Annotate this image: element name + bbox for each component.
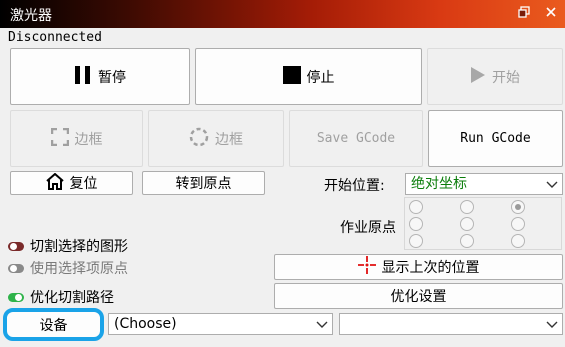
home-button[interactable]: 复位: [10, 171, 133, 195]
optimize-path-toggle[interactable]: 优化切割路径: [8, 287, 114, 307]
toggle-switch-icon: [8, 292, 24, 302]
run-gcode-button[interactable]: Run GCode: [428, 110, 563, 167]
origin-radio-4[interactable]: [460, 217, 474, 231]
start-label: 开始: [492, 69, 520, 86]
run-gcode-label: Run GCode: [460, 131, 531, 146]
optimize-settings-button[interactable]: 优化设置: [274, 283, 563, 309]
device-select-value: (Choose): [114, 316, 177, 332]
pause-label: 暂停: [98, 69, 126, 86]
origin-radio-2[interactable]: [511, 200, 525, 214]
show-last-position-label: 显示上次的位置: [381, 260, 480, 276]
home-label: 复位: [69, 176, 98, 192]
toggle-switch-icon: [8, 241, 24, 251]
job-origin-label: 作业原点: [340, 220, 396, 236]
cut-selected-toggle[interactable]: 切割选择的图形: [8, 236, 128, 256]
frame-corners-icon: [50, 127, 69, 150]
origin-radio-0[interactable]: [409, 200, 423, 214]
goto-origin-label: 转到原点: [175, 176, 232, 192]
origin-radio-6[interactable]: [409, 234, 423, 248]
use-selection-origin-toggle[interactable]: 使用选择项原点: [8, 258, 128, 278]
chevron-down-icon: [546, 315, 558, 336]
save-gcode-button[interactable]: Save GCode: [289, 110, 423, 167]
show-last-position-button[interactable]: 显示上次的位置: [274, 254, 563, 280]
close-icon[interactable]: [541, 4, 561, 24]
optimize-path-label: 优化切割路径: [30, 290, 114, 306]
secondary-select[interactable]: [339, 313, 563, 335]
toggle-switch-icon: [8, 263, 24, 273]
device-select[interactable]: (Choose): [108, 313, 333, 335]
start-position-select[interactable]: 绝对坐标: [405, 173, 563, 195]
play-icon: [470, 66, 486, 88]
cut-selected-label: 切割选择的图形: [30, 239, 128, 255]
frame-circle-button[interactable]: 边框: [148, 110, 284, 167]
connection-status: Disconnected: [8, 30, 102, 45]
stop-button[interactable]: 停止: [195, 48, 422, 105]
origin-radio-7[interactable]: [460, 234, 474, 248]
restore-icon[interactable]: [514, 4, 534, 24]
use-selection-origin-label: 使用选择项原点: [30, 261, 128, 277]
chevron-down-icon: [316, 315, 328, 336]
job-origin-grid: [404, 197, 562, 250]
start-position-value: 绝对坐标: [411, 176, 467, 192]
goto-origin-button[interactable]: 转到原点: [142, 171, 265, 195]
frame-button[interactable]: 边框: [10, 110, 143, 167]
window-title: 激光器: [10, 8, 52, 24]
origin-radio-8[interactable]: [511, 234, 525, 248]
frame-circle-label: 边框: [215, 131, 243, 148]
home-icon: [45, 172, 64, 194]
pause-button[interactable]: 暂停: [10, 48, 190, 105]
start-button[interactable]: 开始: [427, 48, 563, 105]
stop-label: 停止: [306, 69, 335, 86]
device-button[interactable]: 设备: [3, 308, 104, 341]
origin-radio-3[interactable]: [409, 217, 423, 231]
save-gcode-label: Save GCode: [316, 131, 396, 146]
pause-icon: [74, 65, 92, 89]
device-label: 设备: [39, 317, 68, 334]
start-position-label: 开始位置:: [324, 178, 385, 194]
title-bar: 激光器: [0, 0, 565, 28]
origin-radio-1[interactable]: [460, 200, 474, 214]
crosshair-icon: [357, 256, 376, 278]
frame-label: 边框: [74, 131, 103, 148]
optimize-settings-label: 优化设置: [390, 289, 447, 305]
dashed-circle-icon: [189, 127, 209, 151]
stop-icon: [282, 65, 301, 88]
chevron-down-icon: [546, 175, 558, 196]
origin-radio-5[interactable]: [511, 217, 525, 231]
